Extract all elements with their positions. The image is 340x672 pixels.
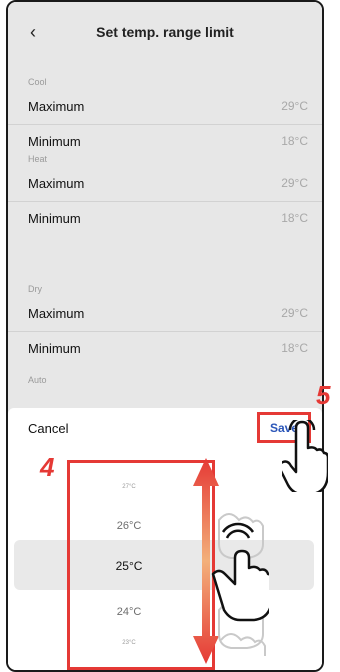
section-label-cool: Cool — [28, 77, 47, 87]
header: ‹ Set temp. range limit — [8, 2, 322, 64]
phone-frame: ‹ Set temp. range limit Cool Maximum 29°… — [6, 0, 324, 672]
row-value: 18°C — [281, 211, 308, 225]
step-number-4: 4 — [40, 452, 55, 482]
row-label: Minimum — [28, 134, 81, 149]
settings-screen: ‹ Set temp. range limit Cool Maximum 29°… — [8, 2, 322, 670]
temperature-picker-sheet: Cancel Save 27°C 26°C 25°C 24°C 23°C — [8, 408, 322, 670]
section-label-auto: Auto — [28, 375, 47, 385]
tap-hand-icon — [282, 420, 328, 492]
row-label: Maximum — [28, 176, 85, 191]
row-label: Minimum — [28, 341, 81, 356]
row-value: 29°C — [281, 176, 308, 190]
row-label: Maximum — [28, 99, 85, 114]
dry-minimum-row[interactable]: Minimum 18°C — [8, 331, 322, 367]
cancel-button[interactable]: Cancel — [28, 421, 68, 436]
row-value: 29°C — [281, 306, 308, 320]
row-value: 18°C — [281, 341, 308, 355]
step-number-5: 5 — [316, 380, 331, 410]
page-title: Set temp. range limit — [96, 24, 234, 40]
cool-maximum-row[interactable]: Maximum 29°C — [8, 89, 322, 125]
row-value: 29°C — [281, 99, 308, 113]
section-label-heat: Heat — [28, 154, 48, 164]
heat-minimum-row[interactable]: Minimum 18°C — [8, 201, 322, 237]
row-value: 18°C — [281, 134, 308, 148]
swipe-hand-icon — [211, 513, 269, 656]
row-label: Maximum — [28, 306, 85, 321]
section-label-dry: Dry — [28, 284, 42, 294]
cool-minimum-row[interactable]: Minimum 18°C — [8, 124, 322, 160]
dry-maximum-row[interactable]: Maximum 29°C — [8, 296, 322, 332]
heat-maximum-row[interactable]: Maximum 29°C — [8, 166, 322, 202]
row-label: Minimum — [28, 211, 81, 226]
